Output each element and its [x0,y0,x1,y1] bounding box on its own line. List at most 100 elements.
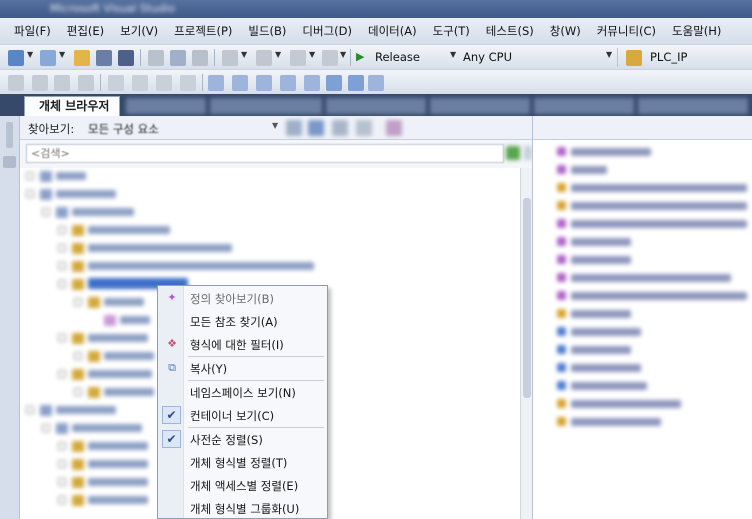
menu-debug[interactable]: 디버그(D) [294,23,360,39]
new-project-icon[interactable] [8,50,24,66]
tree-scrollbar[interactable] [520,168,532,519]
members-list[interactable] [532,116,752,519]
menu-file[interactable]: 파일(F) [6,23,59,39]
toggle-bookmark-icon[interactable] [208,75,224,91]
redo-icon[interactable] [256,50,272,66]
menu-help[interactable]: 도움말(H) [664,23,729,39]
tree-node[interactable] [58,224,458,236]
document-tab[interactable] [326,98,426,114]
start-debugging-icon[interactable]: ▶ [356,50,364,63]
platform-dropdown-icon[interactable]: ▼ [606,50,612,59]
member-item[interactable] [557,146,747,158]
tree-node[interactable] [26,188,426,200]
member-item[interactable] [557,290,747,302]
search-input[interactable] [26,144,504,163]
previous-bookmark-icon[interactable] [232,75,248,91]
save-icon[interactable] [96,50,112,66]
document-tab[interactable] [430,98,530,114]
next-bookmark-icon[interactable] [256,75,272,91]
member-item[interactable] [557,398,747,410]
member-item[interactable] [557,380,747,392]
member-item[interactable] [557,236,747,248]
uncomment-icon[interactable] [180,75,196,91]
find-combo[interactable]: PLC_IP [650,50,687,64]
tree-node[interactable] [58,242,458,254]
menu-view[interactable]: 보기(V) [112,23,166,39]
paste-icon[interactable] [192,50,208,66]
save-all-icon[interactable] [118,50,134,66]
menu-project[interactable]: 프로젝트(P) [166,23,240,39]
increase-indent-icon[interactable] [132,75,148,91]
menu-item-filter-to-type[interactable]: ❖ 형식에 대한 필터(I) [158,333,327,355]
navigate-backward-icon[interactable] [290,50,306,66]
member-item[interactable] [557,254,747,266]
tree-node[interactable] [26,170,426,182]
new-project-dropdown-icon[interactable]: ▼ [27,50,33,59]
scrollbar-thumb[interactable] [523,198,531,398]
member-item[interactable] [557,182,747,194]
document-tab[interactable] [638,98,748,114]
cut-icon[interactable] [148,50,164,66]
member-item[interactable] [557,308,747,320]
solution-platform-combo[interactable]: Any CPU [463,50,512,64]
document-tab[interactable] [126,98,206,114]
menu-item-copy[interactable]: ⧉ 복사(Y) [158,357,327,379]
menu-tools[interactable]: 도구(T) [425,23,478,39]
parameter-info-icon[interactable] [32,75,48,91]
member-item[interactable] [557,218,747,230]
browse-scope-combo[interactable]: 모든 구성 요소 [88,121,159,137]
document-tab[interactable] [534,98,634,114]
clear-search-icon[interactable] [524,146,532,160]
clear-bookmarks-icon[interactable] [368,75,384,91]
object-browser-settings-icon[interactable] [356,120,372,136]
word-completion-icon[interactable] [78,75,94,91]
menu-community[interactable]: 커뮤니티(C) [589,23,664,39]
browse-scope-dropdown-icon[interactable]: ▼ [272,121,278,130]
solution-configuration-combo[interactable]: Release [375,50,420,64]
quick-info-icon[interactable] [54,75,70,91]
document-tab[interactable] [210,98,322,114]
menu-build[interactable]: 빌드(B) [240,23,294,39]
member-item[interactable] [557,416,747,428]
member-item[interactable] [557,272,747,284]
configuration-dropdown-icon[interactable]: ▼ [450,50,456,59]
undo-dropdown-icon[interactable]: ▼ [241,50,247,59]
object-members-icon[interactable] [8,75,24,91]
menu-item-view-containers[interactable]: ✔ 컨테이너 보기(C) [158,404,327,426]
redo-dropdown-icon[interactable]: ▼ [275,50,281,59]
member-item[interactable] [557,326,747,338]
next-bookmark-in-document-icon[interactable] [348,75,364,91]
menu-window[interactable]: 창(W) [542,23,589,39]
navigate-forward-dropdown-icon[interactable]: ▼ [340,50,346,59]
member-item[interactable] [557,200,747,212]
next-bookmark-in-folder-icon[interactable] [304,75,320,91]
comment-out-icon[interactable] [156,75,172,91]
menu-item-sort-by-object-access[interactable]: 개체 액세스별 정렬(E) [158,474,327,496]
add-item-icon[interactable] [40,50,56,66]
menu-item-view-namespaces[interactable]: 네임스페이스 보기(N) [158,381,327,403]
navigate-dropdown-icon[interactable]: ▼ [309,50,315,59]
previous-bookmark-in-folder-icon[interactable] [280,75,296,91]
back-icon[interactable] [286,120,302,136]
tree-node[interactable] [42,206,442,218]
menu-item-group-by-object-type[interactable]: 개체 형식별 그룹화(U) [158,497,327,519]
tab-object-browser[interactable]: 개체 브라우저 [24,96,120,116]
member-item[interactable] [557,344,747,356]
toolbox-tab[interactable] [6,122,13,148]
decrease-indent-icon[interactable] [108,75,124,91]
menu-item-find-all-references[interactable]: 모든 참조 찾기(A) [158,310,327,332]
add-to-references-icon[interactable] [332,120,348,136]
menu-data[interactable]: 데이터(A) [360,23,425,39]
forward-icon[interactable] [308,120,324,136]
add-item-dropdown-icon[interactable]: ▼ [59,50,65,59]
tree-node[interactable] [58,260,458,272]
menu-item-browse-definition[interactable]: ✦ 정의 찾아보기(B) [158,287,327,309]
menu-test[interactable]: 테스트(S) [478,23,542,39]
navigate-forward-icon[interactable] [322,50,338,66]
previous-bookmark-in-document-icon[interactable] [326,75,342,91]
undo-icon[interactable] [222,50,238,66]
copy-icon[interactable] [170,50,186,66]
search-go-icon[interactable] [506,146,520,160]
member-item[interactable] [557,164,747,176]
server-explorer-icon[interactable] [3,156,16,168]
